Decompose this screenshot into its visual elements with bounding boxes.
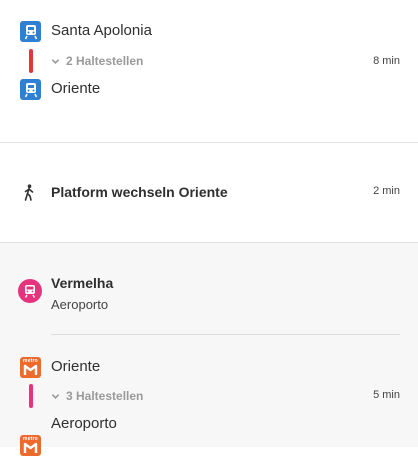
train-line-bar [29,49,33,73]
train-icon [20,79,41,100]
metro-intermediate-stops-toggle[interactable]: 3 Haltestellen [51,389,143,403]
chevron-down-icon [51,58,60,64]
arrival-stop: Oriente [51,80,101,97]
divider [51,334,400,335]
train-leg: Santa Apolonia 2 Haltestellen 8 min Orie… [0,0,418,142]
walk-duration: 2 min [373,185,400,197]
metro-icon: metro [20,435,41,456]
departure-stop: Santa Apolonia [51,22,152,39]
chevron-down-icon [51,393,60,399]
metro-leg: Vermelha Aeroporto metro Oriente 3 Halte… [0,243,418,456]
walk-title: Platform wechseln Oriente [51,184,228,200]
train-icon [20,21,41,42]
metro-duration: 5 min [373,389,400,401]
metro-line-bar [29,384,33,408]
metro-line-name: Vermelha [51,275,114,291]
walking-person-icon [22,184,36,206]
metro-direction: Aeroporto [51,297,109,312]
metro-line-icon [18,279,42,303]
metro-icon: metro [20,357,41,378]
walk-leg: Platform wechseln Oriente 2 min [0,142,418,243]
intermediate-stops-toggle[interactable]: 2 Haltestellen [51,54,143,68]
metro-departure-stop: Oriente [51,358,101,375]
metro-intermediate-stops-label: 3 Haltestellen [66,389,144,403]
intermediate-stops-label: 2 Haltestellen [66,54,144,68]
train-duration: 8 min [373,55,400,67]
metro-arrival-stop: Aeroporto [51,415,117,432]
